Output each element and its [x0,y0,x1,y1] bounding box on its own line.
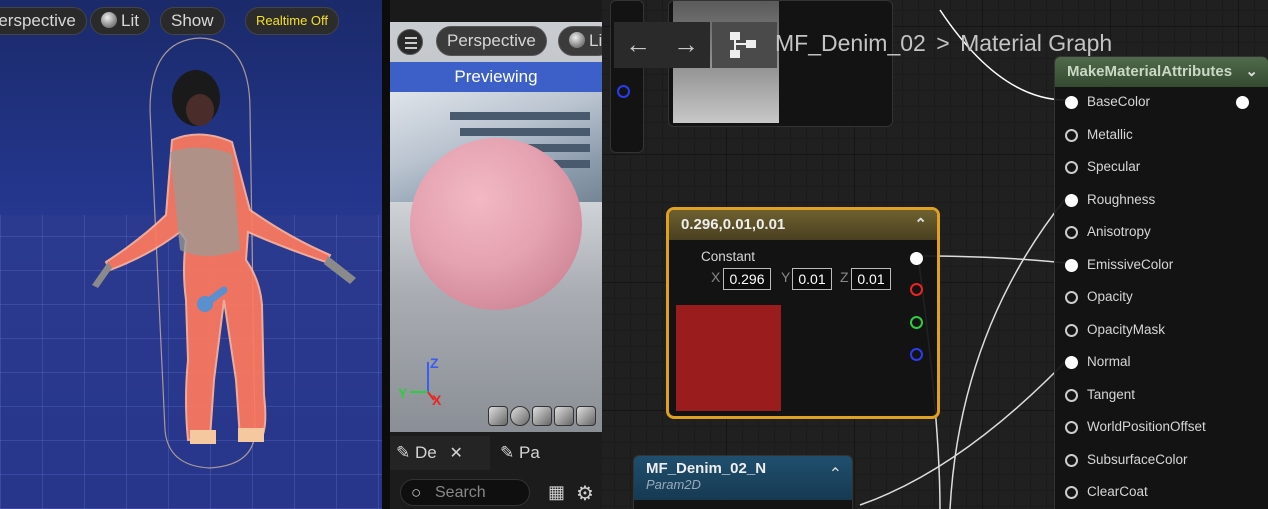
constant-node-header[interactable]: 0.296,0.01,0.01 ⌃ [669,210,937,240]
breadcrumb-graph[interactable]: Material Graph [960,30,1112,56]
input-pin[interactable] [1065,193,1078,207]
z-value-field[interactable]: 0.01 [851,268,891,290]
constant3vector-node[interactable]: 0.296,0.01,0.01 ⌃ Constant X 0.296 Y 0.0… [666,207,940,419]
input-pin[interactable] [1065,486,1078,499]
x-value-field[interactable]: 0.296 [723,268,771,290]
graph-hierarchy-icon[interactable] [712,22,777,68]
pin-label: Metallic [1087,126,1133,142]
texture-param-node[interactable]: MF_Denim_02_N Param2D ⌃ [633,455,853,509]
output-pin-red[interactable] [910,283,923,296]
pin-label: BaseColor [1087,94,1151,109]
output-pin-white[interactable] [910,252,923,265]
color-preview-swatch [676,305,781,411]
input-pin[interactable] [1065,356,1078,369]
make-material-node-header[interactable]: MakeMaterialAttributes ⌄ [1055,57,1268,87]
pin-label: OpacityMask [1087,321,1166,337]
param-node-title: MF_Denim_02_N [646,460,767,477]
input-pin[interactable] [1065,226,1078,239]
pin-label: WorldPositionOffset [1087,419,1206,434]
pin-label: Opacity [1087,289,1133,304]
breadcrumb: MF_Denim_02 > Material Graph [775,30,1112,57]
pin-label: ClearCoat [1087,484,1148,499]
forward-arrow-button[interactable]: → [662,22,710,68]
z-axis-label: Z [840,269,849,285]
constant-label: Constant [701,249,756,264]
make-material-node-title: MakeMaterialAttributes [1067,63,1233,80]
breadcrumb-separator: > [936,30,950,56]
y-axis-label: Y [781,269,791,285]
input-pin[interactable] [1065,323,1078,337]
input-pin[interactable] [1065,388,1078,402]
x-axis-label: X [711,269,721,285]
input-pin[interactable] [1065,96,1078,109]
param-node-header[interactable]: MF_Denim_02_N Param2D ⌃ [634,456,852,500]
pin-label: SubsurfaceColor [1087,451,1188,467]
pin-label: Normal [1087,354,1131,369]
pin-label: Specular [1087,159,1141,174]
blue-pin[interactable] [617,85,630,98]
pin-label: Roughness [1087,191,1156,207]
constant-node-title: 0.296,0.01,0.01 [681,216,786,233]
pin-label: EmissiveColor [1087,256,1174,272]
collapse-chevron-icon[interactable]: ⌃ [829,464,842,484]
breadcrumb-asset[interactable]: MF_Denim_02 [775,30,926,56]
make-material-attributes-node[interactable]: MakeMaterialAttributes ⌄ BaseColor Metall… [1054,56,1268,509]
vector-fields: X 0.296 Y 0.01 Z 0.01 [711,268,891,290]
back-arrow-button[interactable]: ← [614,22,662,68]
y-value-field[interactable]: 0.01 [792,268,832,290]
collapse-chevron-icon[interactable]: ⌃ [914,210,927,240]
chevron-down-icon[interactable]: ⌄ [1245,57,1258,87]
output-pin-green[interactable] [910,316,923,329]
input-pin[interactable] [1065,291,1078,304]
output-pin-blue[interactable] [910,348,923,361]
material-attributes-output-pin[interactable] [1236,96,1249,109]
input-pin[interactable] [1065,421,1078,434]
input-pin[interactable] [1065,453,1078,467]
input-pin[interactable] [1065,161,1078,174]
input-pin[interactable] [1065,128,1078,142]
material-editor-window: Perspective Lit Show Realtime Off Previe… [0,0,1268,509]
pin-label: Anisotropy [1087,224,1151,239]
param-node-subtitle: Param2D [646,477,701,492]
input-pin[interactable] [1065,258,1078,272]
pin-label: Tangent [1087,386,1136,402]
